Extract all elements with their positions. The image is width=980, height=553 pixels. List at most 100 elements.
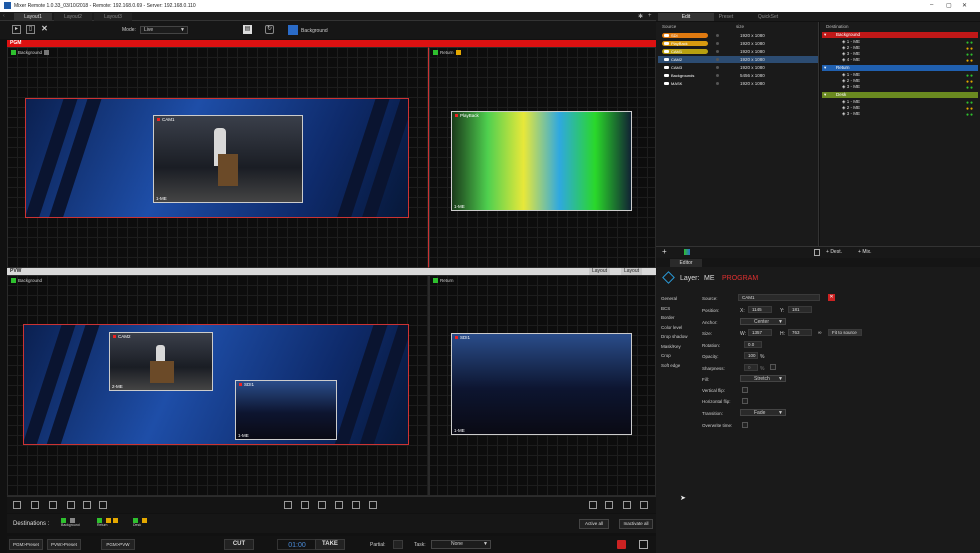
add-source-icon[interactable]: + xyxy=(662,247,667,256)
align-bottom-icon[interactable] xyxy=(369,501,377,509)
align-center-v-icon[interactable] xyxy=(301,501,309,509)
tab-layout1[interactable]: Layout1 xyxy=(14,13,52,21)
pvw-to-preset-button[interactable]: PVW>Preset xyxy=(47,539,81,550)
horizontal-flip-checkbox[interactable] xyxy=(742,398,748,404)
delete-icon[interactable] xyxy=(814,249,820,256)
editor-section-drop-shadow[interactable]: Drop shadow xyxy=(661,334,688,339)
trash-icon[interactable] xyxy=(639,540,648,549)
tab-layout2[interactable]: Layout2 xyxy=(54,13,92,21)
back-arrow-icon[interactable]: ‹ xyxy=(3,13,5,19)
editor-section-mask-key[interactable]: Mask/Key xyxy=(661,344,681,349)
source-row[interactable]: SDI 1920 x 1080 xyxy=(658,32,818,39)
sharpness-field[interactable]: 0 xyxy=(744,364,758,371)
background-canvas[interactable] xyxy=(23,324,409,445)
expand-arrow-icon[interactable]: ▾ xyxy=(824,65,826,71)
active-all-button[interactable]: Active all xyxy=(579,519,609,529)
opacity-field[interactable]: 100 xyxy=(744,352,758,359)
destination-background[interactable]: Background xyxy=(61,518,80,527)
destination-group-desk[interactable]: ▾ Desk xyxy=(822,92,978,98)
layer-playback[interactable]: PlayBack 1-ME xyxy=(451,111,632,211)
overwrite-time-checkbox[interactable] xyxy=(742,422,748,428)
tab-editor[interactable]: Editor xyxy=(670,259,702,267)
close-button[interactable]: ✕ xyxy=(962,2,967,9)
editor-section-general[interactable]: General xyxy=(661,296,677,301)
expand-arrow-icon[interactable]: ▾ xyxy=(824,32,826,38)
source-field[interactable]: CAM1 xyxy=(738,294,820,301)
pgm-to-pvw-button[interactable]: PGM>PVW xyxy=(101,539,135,550)
size-h-field[interactable]: 763 xyxy=(788,329,812,336)
sharpness-checkbox[interactable] xyxy=(770,364,776,370)
destination-group-background[interactable]: ▾ Background xyxy=(822,32,978,38)
destination-return[interactable]: Return xyxy=(97,518,118,527)
add-mix-button[interactable]: + Mix. xyxy=(858,249,871,255)
task-select[interactable]: None ▼ xyxy=(431,540,491,549)
source-row[interactable]: CAM2 1920 x 1080 xyxy=(658,56,818,63)
maximize-button[interactable]: ▢ xyxy=(946,2,952,9)
editor-section-color-level[interactable]: Color level xyxy=(661,325,682,330)
pgm-left-pane[interactable]: Background CAM1 1-ME xyxy=(7,47,429,268)
view-split-icon[interactable] xyxy=(640,501,648,509)
source-row[interactable]: PlayBack 1920 x 1080 xyxy=(658,40,818,47)
inactivate-all-button[interactable]: Inactivate all xyxy=(619,519,653,529)
fit-to-source-button[interactable]: Fit to source xyxy=(828,329,862,336)
save-icon[interactable]: ▤ xyxy=(243,25,252,34)
color-picker-icon[interactable] xyxy=(684,249,690,255)
vertical-flip-checkbox[interactable] xyxy=(742,387,748,393)
mode-select[interactable]: Live ▼ xyxy=(140,26,188,34)
import-icon[interactable]: ▸ xyxy=(12,25,21,34)
view-tall-icon[interactable] xyxy=(623,501,631,509)
layout-split-icon[interactable] xyxy=(83,501,91,509)
export-icon[interactable]: ▯ xyxy=(26,25,35,34)
pgm-to-preset-button[interactable]: PGM>Preset xyxy=(9,539,43,550)
source-row[interactable]: Backgrounds 5456 x 1080 xyxy=(658,72,818,79)
view-single-icon[interactable] xyxy=(589,501,597,509)
align-center-h-icon[interactable] xyxy=(284,501,292,509)
position-y-field[interactable]: 181 xyxy=(788,306,812,313)
layer-sdi1[interactable]: SDI1 1-ME xyxy=(235,380,337,440)
editor-section-bcs[interactable]: BCS xyxy=(661,306,670,311)
take-button[interactable]: TAKE xyxy=(315,539,345,550)
refresh-icon[interactable]: ↻ xyxy=(265,25,274,34)
layout-single-icon[interactable] xyxy=(99,501,107,509)
tab-quickset[interactable]: QuickSet xyxy=(740,13,796,21)
background-color-swatch[interactable] xyxy=(288,25,298,35)
editor-section-crop[interactable]: Crop xyxy=(661,353,671,358)
layout-button-2[interactable]: Layout xyxy=(621,268,643,275)
destination-item[interactable]: ◈ 3 - ME ●● xyxy=(838,84,978,91)
layout-button-1[interactable]: Layout xyxy=(589,268,611,275)
align-left-icon[interactable] xyxy=(318,501,326,509)
lock-icon[interactable] xyxy=(44,50,50,56)
transition-timer[interactable]: 01:00 xyxy=(277,539,317,550)
clear-source-icon[interactable]: ✕ xyxy=(828,294,835,301)
destination-group-return[interactable]: ▾ Return xyxy=(822,65,978,71)
tab-layout3[interactable]: Layout3 xyxy=(94,13,132,21)
rotation-field[interactable]: 0.0 xyxy=(744,341,762,348)
layout-2col-icon[interactable] xyxy=(13,501,21,509)
pvw-right-pane[interactable]: Return SDI1 1-ME xyxy=(429,275,656,496)
view-wide-icon[interactable] xyxy=(605,501,613,509)
pvw-left-pane[interactable]: Background CAM2 2-ME SDI1 1-ME xyxy=(7,275,429,496)
anchor-select[interactable]: Center ▼ xyxy=(740,318,786,325)
transition-select[interactable]: Fade ▼ xyxy=(740,409,786,416)
partial-checkbox[interactable] xyxy=(393,540,403,549)
fill-select[interactable]: Stretch ▼ xyxy=(740,375,786,382)
source-row[interactable]: CAM3 1920 x 1080 xyxy=(658,64,818,71)
stop-record-icon[interactable] xyxy=(617,540,626,549)
destination-item[interactable]: ◈ 4 - ME ●● xyxy=(838,57,978,64)
destination-desk[interactable]: Desk xyxy=(133,518,147,527)
settings-gear-icon[interactable]: ✱ xyxy=(638,13,643,20)
pgm-right-pane[interactable]: Return PlayBack 1-ME xyxy=(429,47,656,268)
cut-button[interactable]: CUT xyxy=(224,539,254,550)
minimize-button[interactable]: – xyxy=(930,2,933,8)
align-right-icon[interactable] xyxy=(335,501,343,509)
layout-bottom-icon[interactable] xyxy=(67,501,75,509)
lock-icon[interactable] xyxy=(455,50,461,56)
layer-cam1[interactable]: CAM1 1-ME xyxy=(153,115,303,203)
source-row[interactable]: CAM1 1920 x 1080 xyxy=(658,48,818,55)
position-x-field[interactable]: 1145 xyxy=(748,306,772,313)
align-top-icon[interactable] xyxy=(352,501,360,509)
add-layout-icon[interactable]: + xyxy=(648,13,652,19)
link-ratio-icon[interactable]: ∞ xyxy=(818,330,822,336)
layer-cam2[interactable]: CAM2 2-ME xyxy=(109,332,213,391)
destination-item[interactable]: ◈ 3 - ME ●● xyxy=(838,111,978,118)
